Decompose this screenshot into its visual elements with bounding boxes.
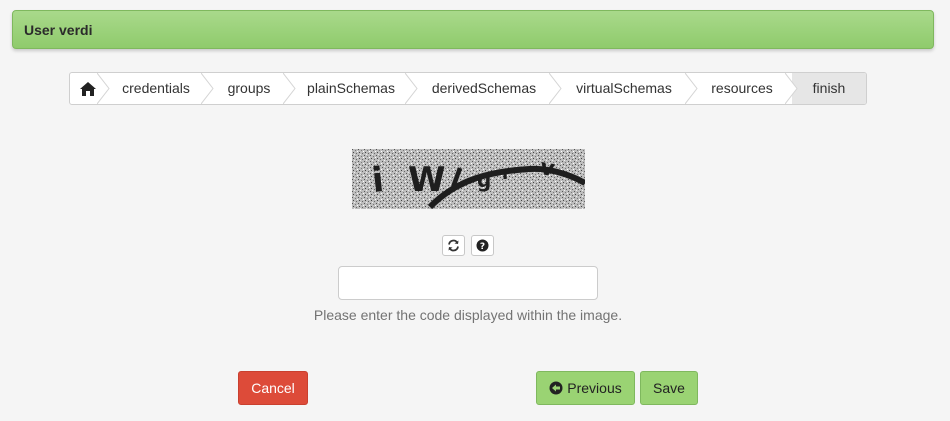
svg-text:ɡ: ɡ <box>477 168 491 192</box>
wizard-step-groups[interactable]: groups <box>208 73 296 104</box>
captcha-help-button[interactable]: ? <box>471 235 494 256</box>
wizard-step-label: resources <box>711 80 773 96</box>
wizard-step-finish[interactable]: finish <box>792 73 866 104</box>
wizard-step-derivedschemas[interactable]: derivedSchemas <box>412 73 562 104</box>
captcha-help-text: Please enter the code displayed within t… <box>313 307 623 323</box>
svg-text:ı: ı <box>502 163 508 184</box>
refresh-icon <box>448 239 459 252</box>
wizard-step-resources[interactable]: resources <box>692 73 798 104</box>
step-divider <box>201 73 214 104</box>
svg-text:W: W <box>408 160 446 200</box>
arrow-circle-left-icon <box>549 381 563 395</box>
save-button[interactable]: Save <box>640 371 698 405</box>
wizard-step-plainschemas[interactable]: plainSchemas <box>290 73 418 104</box>
wizard-step-credentials[interactable]: credentials <box>104 73 214 104</box>
page-header: User verdi <box>12 10 934 49</box>
cancel-button-label: Cancel <box>251 380 295 396</box>
wizard-step-label: finish <box>812 80 846 96</box>
wizard-step-virtualschemas[interactable]: virtualSchemas <box>556 73 698 104</box>
captcha-image: i W l ɡ ı v <box>352 149 585 209</box>
captcha-refresh-button[interactable] <box>442 235 465 256</box>
step-divider <box>97 73 110 104</box>
wizard-step-label: plainSchemas <box>307 80 395 96</box>
step-divider <box>283 73 296 104</box>
save-button-label: Save <box>653 380 685 396</box>
previous-button-label: Previous <box>567 380 622 396</box>
step-divider <box>549 73 562 104</box>
cancel-button[interactable]: Cancel <box>238 371 308 405</box>
step-divider <box>685 73 698 104</box>
home-icon <box>80 82 96 96</box>
wizard-steps: credentials groups plainSchemas derivedS… <box>69 72 867 105</box>
page-title: User verdi <box>24 22 93 38</box>
wizard-step-label: credentials <box>122 80 190 96</box>
wizard-step-label: derivedSchemas <box>431 80 537 96</box>
step-divider <box>405 73 418 104</box>
wizard-step-label: virtualSchemas <box>576 80 672 96</box>
captcha-code-input[interactable] <box>338 266 598 300</box>
previous-button[interactable]: Previous <box>536 371 635 405</box>
wizard-step-home[interactable] <box>70 73 110 104</box>
svg-text:?: ? <box>480 242 485 252</box>
step-divider <box>785 73 798 104</box>
question-circle-icon: ? <box>476 239 489 252</box>
wizard-step-label: groups <box>227 80 271 96</box>
